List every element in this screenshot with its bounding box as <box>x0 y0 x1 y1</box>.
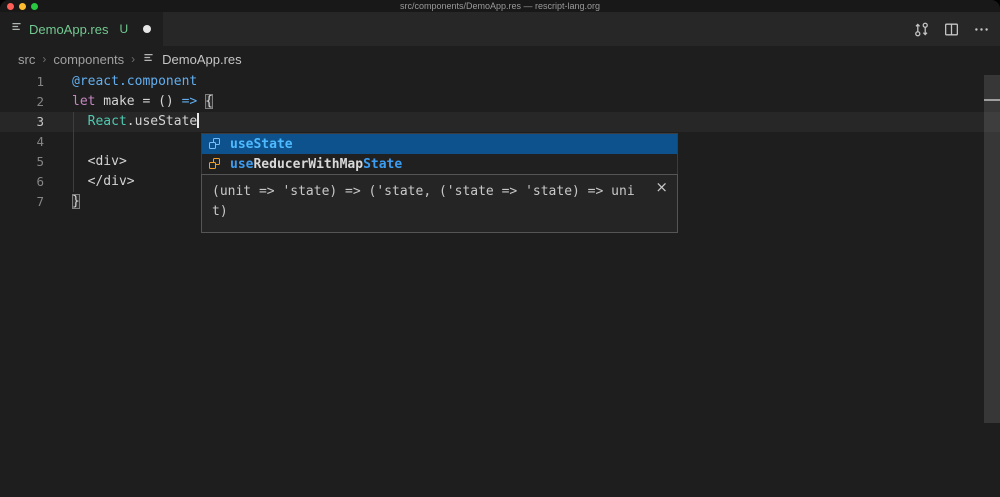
vertical-scrollbar[interactable] <box>984 75 1000 423</box>
code-text <box>44 132 72 152</box>
code-text: let make = () => { <box>44 92 213 112</box>
compare-changes-icon[interactable] <box>913 21 930 38</box>
code-text: <div> <box>44 152 127 172</box>
titlebar: src/components/DemoApp.res — rescript-la… <box>0 0 1000 12</box>
split-editor-icon[interactable] <box>943 21 960 38</box>
line-number: 3 <box>0 112 44 132</box>
line-number: 1 <box>0 72 44 92</box>
line-number: 6 <box>0 172 44 192</box>
overview-ruler-cursor-marker <box>984 99 1000 101</box>
close-icon[interactable]: × <box>655 180 668 195</box>
git-status-badge: U <box>119 22 128 36</box>
code-text: </div> <box>44 172 135 192</box>
code-editor[interactable]: 1@react.component2let make = () => {3 Re… <box>0 72 1000 497</box>
more-actions-icon[interactable] <box>973 21 990 38</box>
window-title: src/components/DemoApp.res — rescript-la… <box>0 0 1000 12</box>
code-text: @react.component <box>44 72 197 92</box>
code-text: } <box>44 192 80 212</box>
code-line-3[interactable]: 3 React.useState <box>0 112 1000 132</box>
tab-bar: DemoApp.res U <box>0 12 1000 46</box>
text-cursor <box>197 113 199 128</box>
suggestion-useReducerWithMapState[interactable]: useReducerWithMapState <box>202 154 677 174</box>
tab-demoapp-res[interactable]: DemoApp.res U <box>0 12 163 46</box>
vscode-window: src/components/DemoApp.res — rescript-la… <box>0 0 1000 497</box>
suggestion-label: useReducerWithMapState <box>230 157 402 172</box>
file-icon <box>10 20 23 38</box>
suggest-docs-panel: (unit => 'state) => ('state, ('state => … <box>201 174 678 233</box>
breadcrumb: src › components › DemoApp.res <box>0 46 1000 72</box>
code-text: React.useState <box>44 112 199 132</box>
symbol-value-icon <box>207 156 223 172</box>
symbol-value-icon <box>207 136 223 152</box>
breadcrumb-components[interactable]: components <box>53 52 124 67</box>
line-number: 4 <box>0 132 44 152</box>
breadcrumb-file[interactable]: DemoApp.res <box>162 52 241 67</box>
chevron-right-icon: › <box>42 52 46 66</box>
breadcrumb-src[interactable]: src <box>18 52 35 67</box>
chevron-right-icon: › <box>131 52 135 66</box>
line-number: 5 <box>0 152 44 172</box>
file-icon <box>142 51 155 67</box>
suggest-widget: useState useReducerWithMapState <box>201 133 678 175</box>
editor-actions <box>913 12 990 46</box>
line-number: 7 <box>0 192 44 212</box>
unsaved-dot-icon[interactable] <box>143 25 151 33</box>
suggest-docs-text: (unit => 'state) => ('state, ('state => … <box>212 182 647 222</box>
indent-guide <box>73 112 74 192</box>
line-number: 2 <box>0 92 44 112</box>
tab-label: DemoApp.res <box>29 22 108 37</box>
code-line-2[interactable]: 2let make = () => { <box>0 92 1000 112</box>
suggestion-useState[interactable]: useState <box>202 134 677 154</box>
suggestion-label: useState <box>230 137 293 152</box>
code-line-1[interactable]: 1@react.component <box>0 72 1000 92</box>
